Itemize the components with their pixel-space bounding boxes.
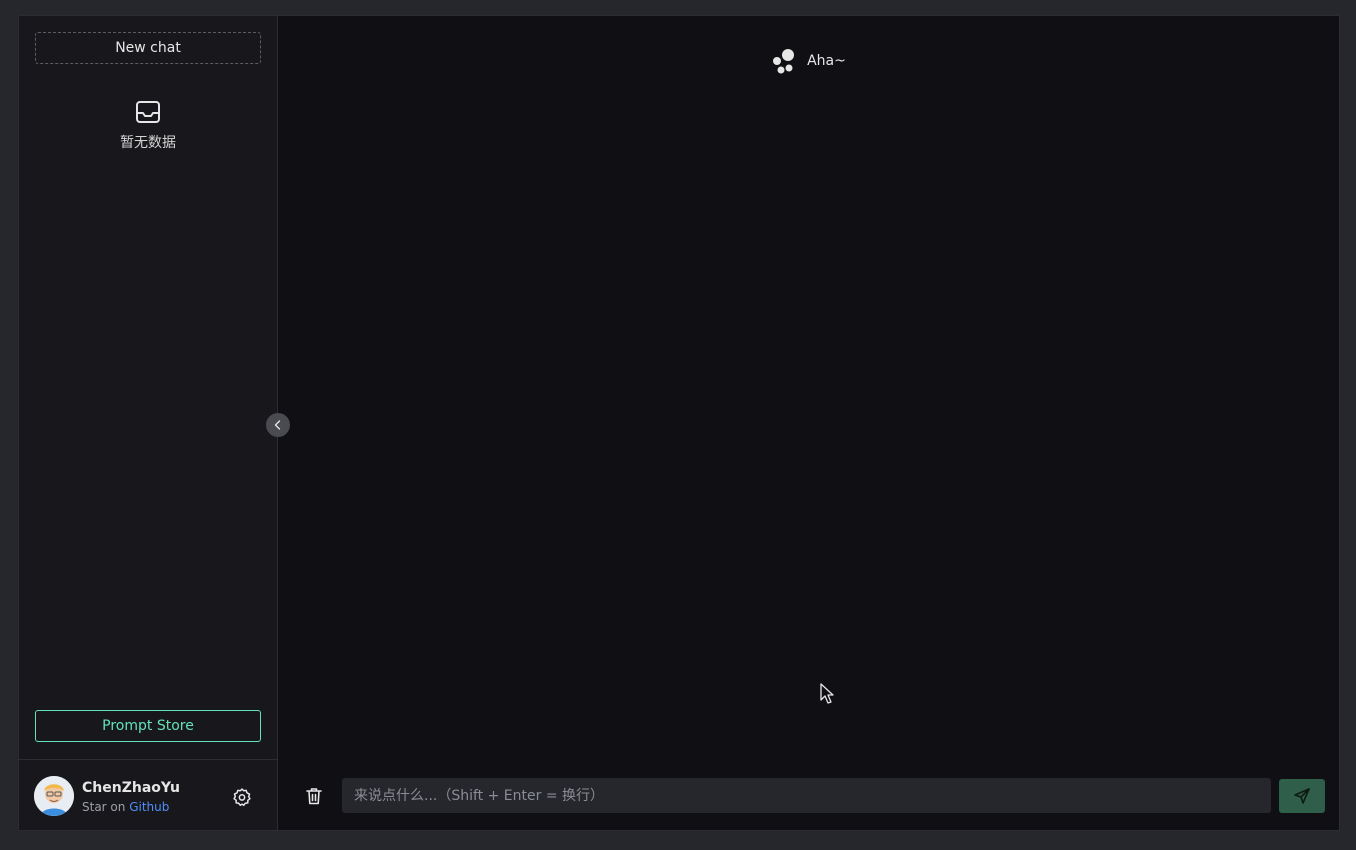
gear-icon[interactable]	[232, 787, 252, 807]
user-subtitle: Star on Github	[82, 800, 169, 814]
user-name: ChenZhaoYu	[82, 780, 180, 796]
chevron-left-icon	[274, 420, 281, 430]
user-footer: ChenZhaoYu Star on Github	[19, 759, 277, 830]
trash-icon[interactable]	[304, 786, 324, 806]
sidebar-collapse-button[interactable]	[266, 413, 290, 437]
chat-input[interactable]	[342, 778, 1271, 813]
user-subtitle-prefix: Star on	[82, 800, 126, 814]
sidebar: New chat 暂无数据 Prompt Store ChenZhaoYu St…	[19, 16, 278, 830]
inbox-icon	[136, 101, 160, 123]
prompt-store-button[interactable]: Prompt Store	[35, 710, 261, 742]
empty-state: 暂无数据	[19, 98, 277, 152]
send-button[interactable]	[1279, 779, 1325, 813]
chat-main: Aha~	[278, 16, 1339, 830]
github-link[interactable]: Github	[129, 800, 169, 814]
chat-title: Aha~	[807, 53, 846, 69]
new-chat-button[interactable]: New chat	[35, 32, 261, 64]
input-bar	[278, 778, 1339, 814]
chat-header: Aha~	[278, 48, 1339, 74]
app-window: New chat 暂无数据 Prompt Store ChenZhaoYu St…	[18, 15, 1340, 831]
bubbles-icon	[773, 49, 795, 74]
empty-state-text: 暂无数据	[120, 135, 176, 151]
mouse-pointer-icon	[820, 683, 834, 704]
send-icon	[1294, 788, 1310, 804]
avatar[interactable]	[34, 776, 74, 816]
avatar-image	[34, 776, 74, 816]
